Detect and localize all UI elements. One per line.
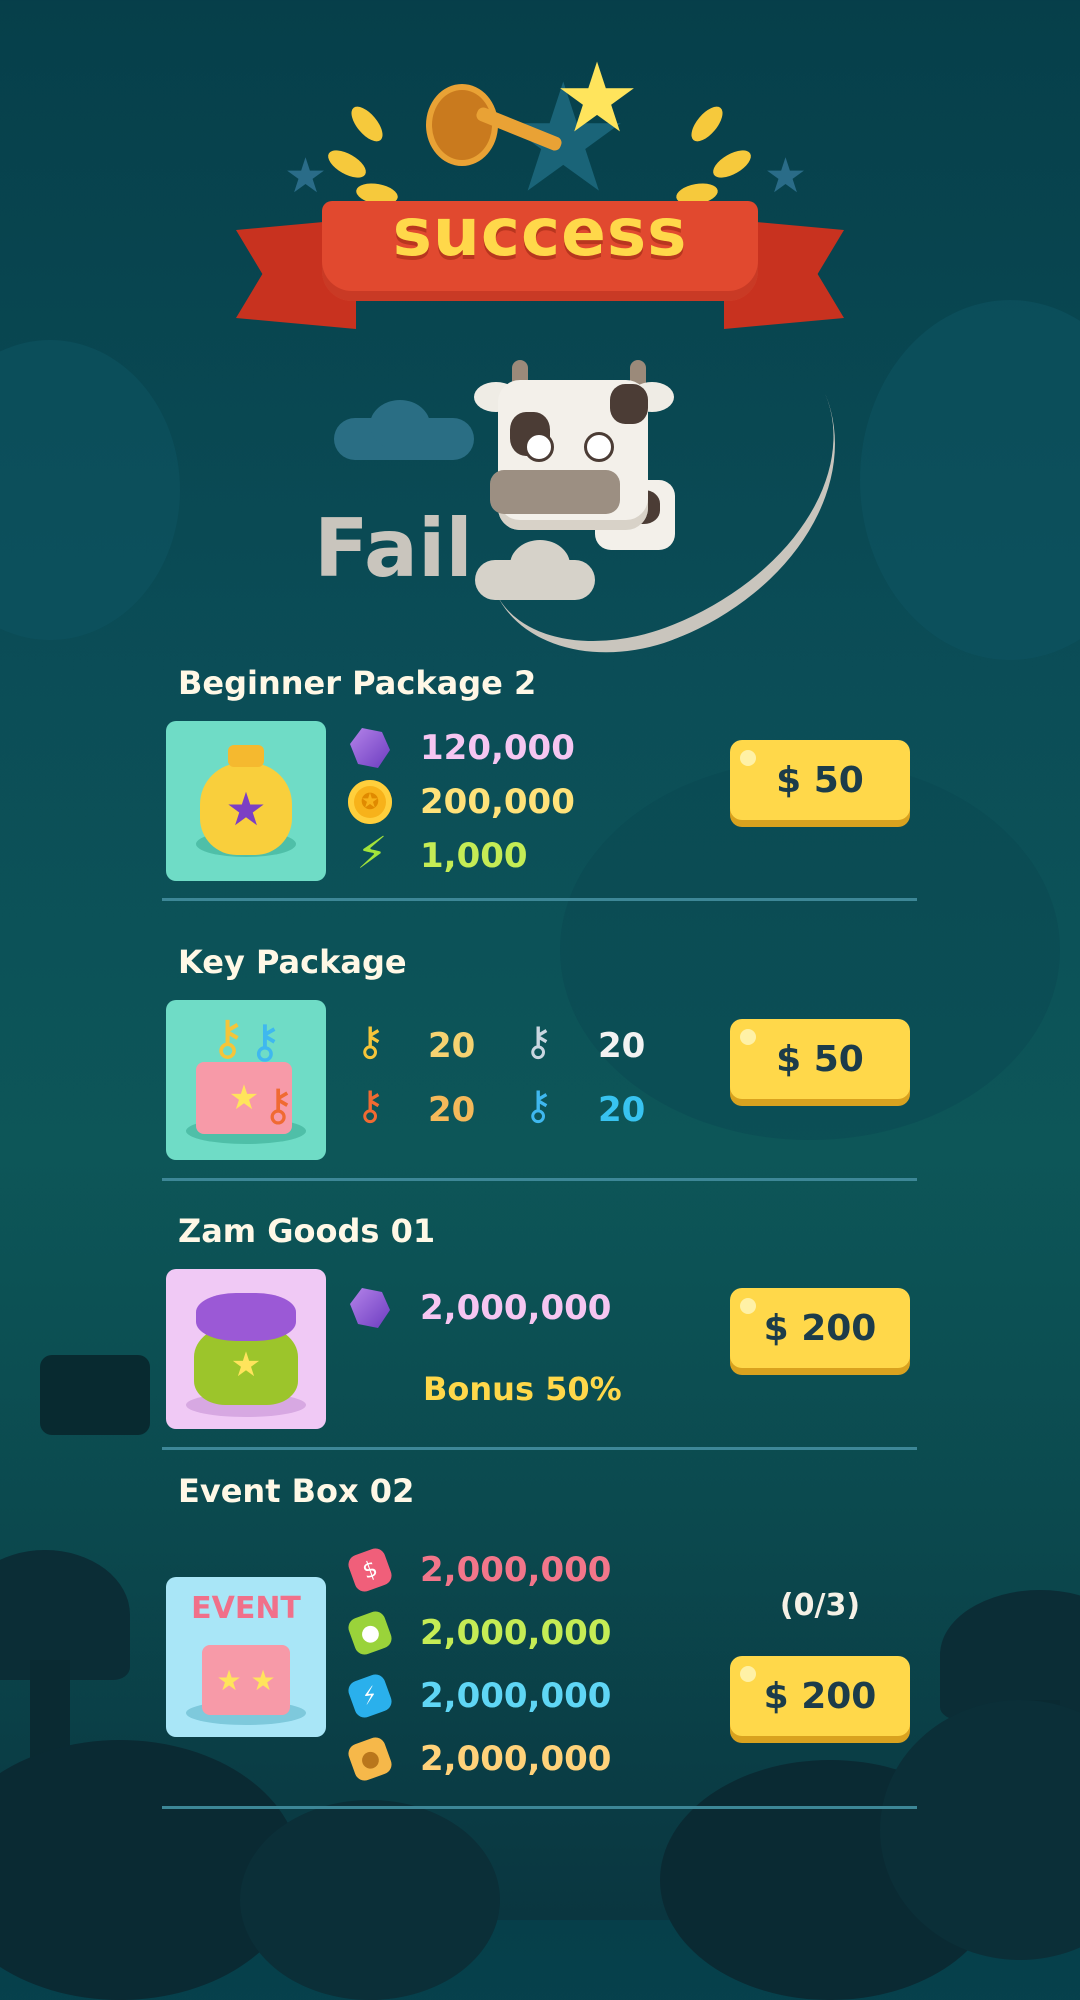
- coin-bag-icon: ★: [200, 763, 292, 855]
- red-token-amount: 2,000,000: [420, 1550, 612, 1590]
- price-label: $ 200: [763, 1675, 877, 1717]
- price-label: $ 50: [776, 1038, 864, 1080]
- cheese-token-icon: ●: [345, 1734, 395, 1784]
- laurel-leaf-icon: [345, 101, 389, 147]
- blue-key-amount: 20: [598, 1090, 646, 1130]
- buy-key-package-button[interactable]: $ 50: [730, 1019, 910, 1099]
- package-title: Zam Goods 01: [178, 1212, 436, 1250]
- gem-icon: [348, 726, 392, 770]
- package-title: Beginner Package 2: [178, 664, 537, 702]
- package-title: Event Box 02: [178, 1472, 415, 1510]
- key-icon: ⚷: [262, 1080, 295, 1131]
- divider: [162, 898, 917, 901]
- cow-mascot-icon: [474, 360, 700, 560]
- divider: [162, 1447, 917, 1450]
- bonus-label: Bonus 50%: [423, 1370, 622, 1408]
- silver-key-amount: 20: [598, 1026, 646, 1066]
- key-icon: ⚷: [248, 1014, 282, 1068]
- fail-label: Fail: [314, 502, 473, 595]
- gold-key-icon: ⚷: [355, 1019, 385, 1065]
- energy-icon: ⚡: [356, 828, 388, 879]
- price-label: $ 50: [776, 759, 864, 801]
- laurel-leaf-icon: [323, 144, 371, 184]
- red-token-icon: $: [345, 1545, 395, 1595]
- package-title: Key Package: [178, 943, 407, 981]
- event-box-thumbnail: EVENT ★ ★: [166, 1577, 326, 1737]
- star-icon: ★: [554, 42, 641, 154]
- orange-key-amount: 20: [428, 1090, 476, 1130]
- success-title: success: [392, 194, 688, 271]
- price-label: $ 200: [763, 1307, 877, 1349]
- gem-amount: 120,000: [420, 728, 575, 768]
- blue-key-icon: ⚷: [523, 1083, 553, 1129]
- green-token-icon: ●: [345, 1608, 395, 1658]
- energy-amount: 1,000: [420, 836, 528, 876]
- coin-icon: ✪: [348, 780, 392, 824]
- buy-zam-goods-button[interactable]: $ 200: [730, 1288, 910, 1368]
- buy-beginner-package-button[interactable]: $ 50: [730, 740, 910, 820]
- divider: [162, 1806, 917, 1809]
- cheese-token-amount: 2,000,000: [420, 1739, 612, 1779]
- gem-amount: 2,000,000: [420, 1288, 612, 1328]
- laurel-leaf-icon: [685, 101, 729, 147]
- coin-amount: 200,000: [420, 782, 575, 822]
- event-label: EVENT: [191, 1591, 301, 1626]
- laurel-leaf-icon: [708, 144, 756, 184]
- small-star-icon: ★: [284, 148, 328, 204]
- gold-key-amount: 20: [428, 1026, 476, 1066]
- blue-token-amount: 2,000,000: [420, 1676, 612, 1716]
- green-token-amount: 2,000,000: [420, 1613, 612, 1653]
- purchase-limit-label: (0/3): [779, 1588, 861, 1623]
- small-star-icon: ★: [764, 148, 808, 204]
- blue-token-icon: ⚡: [345, 1671, 395, 1721]
- buy-event-box-button[interactable]: $ 200: [730, 1656, 910, 1736]
- coin-bag-thumbnail: ★: [166, 721, 326, 881]
- gem-sack-thumbnail: ★: [166, 1269, 326, 1429]
- divider: [162, 1178, 917, 1181]
- gift-box-icon: ★ ★: [202, 1645, 290, 1715]
- silver-key-icon: ⚷: [523, 1019, 553, 1065]
- trumpet-icon: [426, 74, 564, 166]
- orange-key-icon: ⚷: [355, 1083, 385, 1129]
- key-box-thumbnail: ★ ⚷ ⚷ ⚷: [166, 1000, 326, 1160]
- cloud-decoration: [370, 400, 430, 450]
- key-icon: ⚷: [210, 1010, 246, 1066]
- gem-icon: [348, 1286, 392, 1330]
